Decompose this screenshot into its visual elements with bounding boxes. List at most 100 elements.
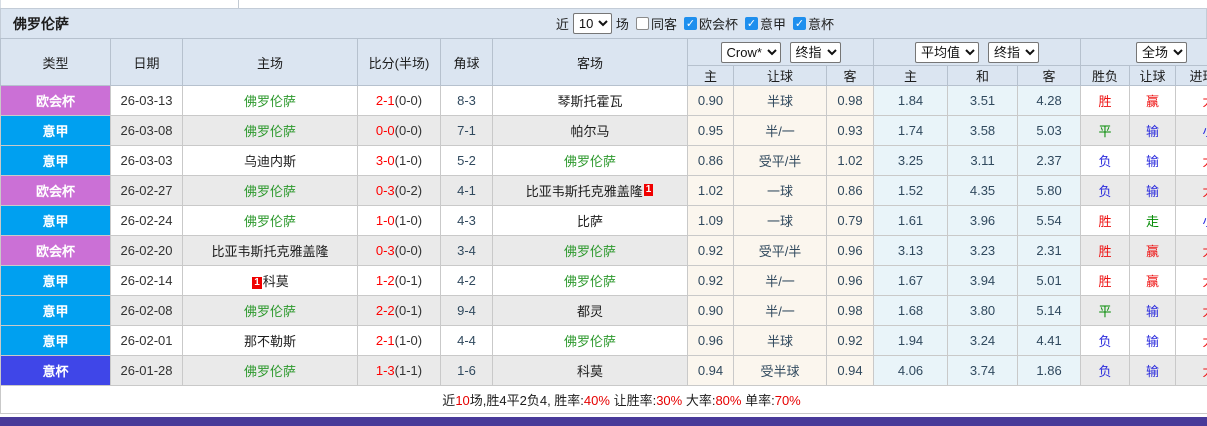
col-header-asia-home: 主 bbox=[687, 65, 734, 86]
corners: 9-4 bbox=[440, 295, 493, 326]
match-date: 26-02-01 bbox=[110, 325, 183, 356]
europe-odds: 3.11 bbox=[947, 145, 1019, 176]
handicap-result: 输 bbox=[1129, 145, 1177, 176]
asia-odds: 1.02 bbox=[687, 175, 734, 206]
away-team-name: 都灵 bbox=[576, 304, 603, 319]
europe-odds: 5.03 bbox=[1017, 115, 1082, 146]
home-team-name: 佛罗伦萨 bbox=[243, 304, 296, 319]
europe-source-select[interactable]: 平均值 bbox=[915, 41, 980, 63]
asia-handicap: 半球 bbox=[733, 325, 827, 356]
home-team-name: 乌迪内斯 bbox=[243, 154, 296, 169]
europa-conference-checkbox[interactable]: ✓ bbox=[683, 17, 697, 30]
europe-odds: 1.94 bbox=[873, 325, 949, 356]
match-result: 负 bbox=[1080, 355, 1131, 386]
europe-odds: 4.06 bbox=[873, 355, 949, 386]
scope-select[interactable]: 全场 bbox=[1136, 41, 1188, 63]
asia-handicap: 一球 bbox=[733, 175, 827, 206]
score-cell: 2-1(0-0) bbox=[357, 85, 441, 116]
home-team-name: 佛罗伦萨 bbox=[243, 364, 296, 379]
summary-text: 近10场,胜4平2负4, 胜率:40% 让胜率:30% 大率:80% 单率:70… bbox=[442, 393, 801, 408]
league-badge: 意甲 bbox=[0, 145, 111, 176]
home-team-name: 佛罗伦萨 bbox=[243, 184, 296, 199]
goals-result: 大 bbox=[1175, 265, 1207, 296]
home-team-cell: 佛罗伦萨 bbox=[182, 175, 358, 206]
red-card-icon: 1 bbox=[252, 277, 262, 289]
corners: 1-6 bbox=[440, 355, 493, 386]
europe-odds: 2.31 bbox=[1017, 235, 1082, 266]
europe-odds: 1.84 bbox=[873, 85, 949, 116]
home-team-name: 科莫 bbox=[262, 274, 289, 289]
match-result: 胜 bbox=[1080, 85, 1131, 116]
match-result: 负 bbox=[1080, 175, 1131, 206]
corners: 5-2 bbox=[440, 145, 493, 176]
match-row: 意甲 26-02-01 那不勒斯 2-1(1-0) 4-4 佛罗伦萨 0.96 半球 0.92 1… bbox=[0, 325, 1207, 356]
home-team-cell: 佛罗伦萨 bbox=[182, 295, 358, 326]
asia-handicap: 半/一 bbox=[733, 265, 827, 296]
league-badge: 意甲 bbox=[0, 115, 111, 146]
league-badge: 欧会杯 bbox=[0, 235, 111, 266]
home-team-cell: 比亚韦斯托克雅盖隆 bbox=[182, 235, 358, 266]
asia-handicap: 半/一 bbox=[733, 115, 827, 146]
asia-odds: 0.86 bbox=[687, 145, 734, 176]
goals-result: 大 bbox=[1175, 295, 1207, 326]
recent-label: 近 bbox=[555, 17, 569, 32]
europe-odds: 3.51 bbox=[947, 85, 1019, 116]
europe-stage-select[interactable]: 终指 bbox=[988, 41, 1040, 63]
europe-odds: 3.80 bbox=[947, 295, 1019, 326]
match-row: 欧会杯 26-02-27 佛罗伦萨 0-3(0-2) 4-1 比亚韦斯托克雅盖隆 1 1.02… bbox=[0, 175, 1207, 206]
recent-count-select[interactable]: 10 bbox=[572, 13, 612, 34]
asia-source-select[interactable]: Crow* bbox=[720, 41, 781, 63]
league-filters: 同客 ✓ 欧会杯 ✓ 意甲 ✓ 意杯 bbox=[629, 14, 834, 33]
corners: 4-2 bbox=[440, 265, 493, 296]
europe-odds: 3.74 bbox=[947, 355, 1019, 386]
col-header-result: 胜负 bbox=[1080, 65, 1131, 86]
away-team-name: 科莫 bbox=[576, 364, 603, 379]
asia-odds: 1.09 bbox=[687, 205, 734, 236]
europe-odds: 2.37 bbox=[1017, 145, 1082, 176]
europe-odds: 1.61 bbox=[873, 205, 949, 236]
col-header-asia-away: 客 bbox=[825, 65, 875, 86]
serie-a-checkbox[interactable]: ✓ bbox=[744, 17, 758, 30]
col-header-home: 主场 bbox=[182, 38, 358, 86]
result-group: 全场 bbox=[1080, 38, 1207, 66]
score-cell: 1-0(1-0) bbox=[357, 205, 441, 236]
europe-odds: 4.41 bbox=[1017, 325, 1082, 356]
same-away-checkbox[interactable] bbox=[635, 17, 649, 30]
goals-result: 大 bbox=[1175, 355, 1207, 386]
score-cell: 1-2(0-1) bbox=[357, 265, 441, 296]
bottom-bar bbox=[0, 417, 1207, 426]
match-row: 意甲 26-03-08 佛罗伦萨 0-0(0-0) 7-1 帕尔马 0.95 半/一 0.93 1… bbox=[0, 115, 1207, 146]
score-cell: 2-1(1-0) bbox=[357, 325, 441, 356]
handicap-result: 输 bbox=[1129, 115, 1177, 146]
away-team-cell: 科莫 bbox=[492, 355, 688, 386]
match-row: 意甲 26-02-14 1 科莫 1-2(0-1) 4-2 佛罗伦萨 0.92 半/一 0.96 1… bbox=[0, 265, 1207, 296]
handicap-result: 输 bbox=[1129, 175, 1177, 206]
asia-handicap: 受平/半 bbox=[733, 145, 827, 176]
handicap-result: 输 bbox=[1129, 355, 1177, 386]
corners: 7-1 bbox=[440, 115, 493, 146]
away-team-cell: 佛罗伦萨 bbox=[492, 145, 688, 176]
home-team-cell: 佛罗伦萨 bbox=[182, 355, 358, 386]
home-team-name: 佛罗伦萨 bbox=[243, 214, 296, 229]
serie-a-checkbox-label: 意甲 bbox=[759, 17, 786, 32]
col-header-euro-draw: 和 bbox=[947, 65, 1019, 86]
asia-odds: 0.96 bbox=[687, 325, 734, 356]
col-header-asia-handicap: 让球 bbox=[733, 65, 827, 86]
europe-odds: 3.13 bbox=[873, 235, 949, 266]
match-row: 意杯 26-01-28 佛罗伦萨 1-3(1-1) 1-6 科莫 0.94 受半球 0.94 4.… bbox=[0, 355, 1207, 386]
away-team-name: 比萨 bbox=[576, 214, 603, 229]
goals-result: 大 bbox=[1175, 85, 1207, 116]
goals-result: 大 bbox=[1175, 325, 1207, 356]
away-team-cell: 帕尔马 bbox=[492, 115, 688, 146]
europe-odds: 4.28 bbox=[1017, 85, 1082, 116]
europe-odds: 1.68 bbox=[873, 295, 949, 326]
coppa-italia-checkbox[interactable]: ✓ bbox=[792, 17, 806, 30]
home-team-name: 佛罗伦萨 bbox=[243, 94, 296, 109]
europe-odds: 3.23 bbox=[947, 235, 1019, 266]
asia-odds: 0.92 bbox=[687, 265, 734, 296]
asia-handicap: 受平/半 bbox=[733, 235, 827, 266]
asia-stage-select[interactable]: 终指 bbox=[789, 41, 841, 63]
europe-odds: 1.74 bbox=[873, 115, 949, 146]
asia-odds: 0.90 bbox=[687, 295, 734, 326]
goals-result: 大 bbox=[1175, 145, 1207, 176]
